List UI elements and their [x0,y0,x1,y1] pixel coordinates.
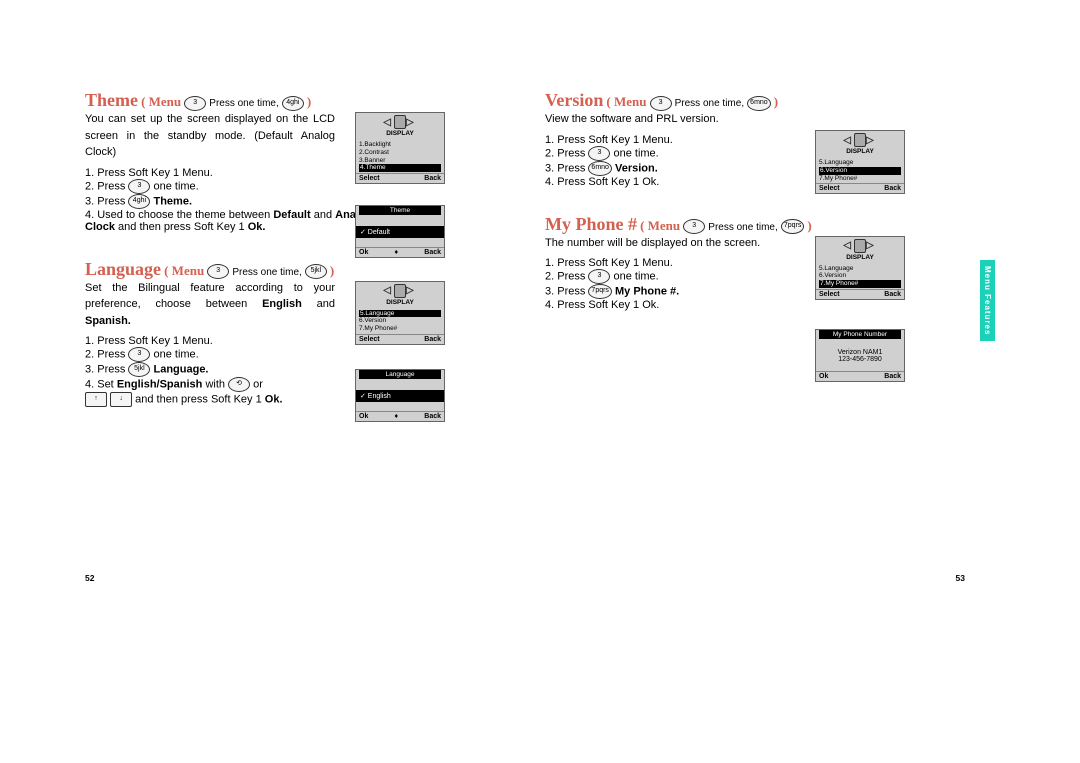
lcd-theme-menu: ◁▷ DISPLAY 1.Backlight 2.Contrast 3.Bann… [355,112,445,184]
language-step-2: 2. Press 3 one time. [85,347,335,362]
manual-page: Theme ( Menu 3 Press one time, 4ghi ) Yo… [0,0,1080,433]
side-tab: Menu Features [980,260,995,341]
up-key-icon: ↑ [85,392,107,407]
theme-title: Theme [85,90,138,110]
section-language: Language ( Menu 3 Press one time, 5jkl )… [85,259,505,408]
left-column: Theme ( Menu 3 Press one time, 4ghi ) Yo… [85,90,505,433]
key-3-icon: 3 [128,347,150,362]
myphone-step-4: 4. Press Soft Key 1 Ok. [545,299,795,311]
version-step-1: 1. Press Soft Key 1 Menu. [545,134,795,146]
theme-step-2: 2. Press 3 one time. [85,179,335,194]
right-column: Menu Features Version ( Menu 3 Press one… [545,90,965,433]
language-title: Language [85,259,161,279]
key-5-icon: 5jkl [128,362,150,377]
language-step-4: 4. Set English/Spanish with ⟲ or ↑ ↓ and… [85,377,385,407]
key-4-icon: 4ghi [128,194,150,209]
key-3-icon: 3 [128,179,150,194]
theme-heading: Theme ( Menu 3 Press one time, 4ghi ) [85,90,505,111]
key-4-icon: 4ghi [282,96,304,111]
myphone-intro: The number will be displayed on the scre… [545,235,795,252]
scroll-icon: ⟲ [228,377,250,392]
lcd-language-select: Language ✓ English Ok♦Back [355,369,445,422]
key-7-icon: 7pqrs [588,284,612,299]
myphone-step-3: 3. Press 7pqrs My Phone #. [545,284,795,299]
theme-step-1: 1. Press Soft Key 1 Menu. [85,167,335,179]
version-heading: Version ( Menu 3 Press one time, 6mno ) [545,90,965,111]
language-step-3: 3. Press 5jkl Language. [85,362,335,377]
theme-step-3: 3. Press 4ghi Theme. [85,194,335,209]
page-number-right: 53 [956,573,965,583]
version-step-3: 3. Press 6mno Version. [545,161,795,176]
page-number-left: 52 [85,573,94,583]
key-3-icon: 3 [588,269,610,284]
key-3-icon: 3 [588,146,610,161]
myphone-heading: My Phone # ( Menu 3 Press one time, 7pqr… [545,214,965,235]
key-7-icon: 7pqrs [781,219,805,234]
myphone-step-1: 1. Press Soft Key 1 Menu. [545,257,795,269]
lcd-myphone-menu: ◁▷ DISPLAY 5.Language 6.Version 7.My Pho… [815,236,905,300]
key-3-icon: 3 [650,96,672,111]
lcd-version-menu: ◁▷ DISPLAY 5.Language 6.Version 7.My Pho… [815,130,905,194]
theme-intro: You can set up the screen displayed on t… [85,111,335,161]
myphone-title: My Phone # [545,214,637,234]
version-step-2: 2. Press 3 one time. [545,146,795,161]
version-title: Version [545,90,603,110]
lcd-myphone-number: My Phone Number Verizon NAM1 123-456-789… [815,329,905,382]
lcd-theme-select: Theme ✓ Default Ok♦Back [355,205,445,258]
hint-text: Press one time, [209,98,278,109]
language-heading: Language ( Menu 3 Press one time, 5jkl ) [85,259,505,280]
down-key-icon: ↓ [110,392,132,407]
version-intro: View the software and PRL version. [545,111,795,128]
language-step-1: 1. Press Soft Key 1 Menu. [85,335,335,347]
key-3-icon: 3 [683,219,705,234]
close-paren: ) [307,94,311,109]
lcd-language-menu: ◁▷ DISPLAY 5.Language 6.Version 7.My Pho… [355,281,445,345]
theme-step-4: 4. Used to choose the theme between Defa… [85,209,375,233]
myphone-step-2: 2. Press 3 one time. [545,269,795,284]
section-myphone: My Phone # ( Menu 3 Press one time, 7pqr… [545,214,965,312]
section-version: Version ( Menu 3 Press one time, 6mno ) … [545,90,965,188]
key-3-icon: 3 [207,264,229,279]
language-intro: Set the Bilingual feature according to y… [85,280,335,330]
key-3-icon: 3 [184,96,206,111]
key-6-icon: 6mno [747,96,771,111]
menu-label: ( Menu [141,94,181,109]
section-theme: Theme ( Menu 3 Press one time, 4ghi ) Yo… [85,90,505,233]
version-step-4: 4. Press Soft Key 1 Ok. [545,176,795,188]
key-5-icon: 5jkl [305,264,327,279]
key-6-icon: 6mno [588,161,612,176]
